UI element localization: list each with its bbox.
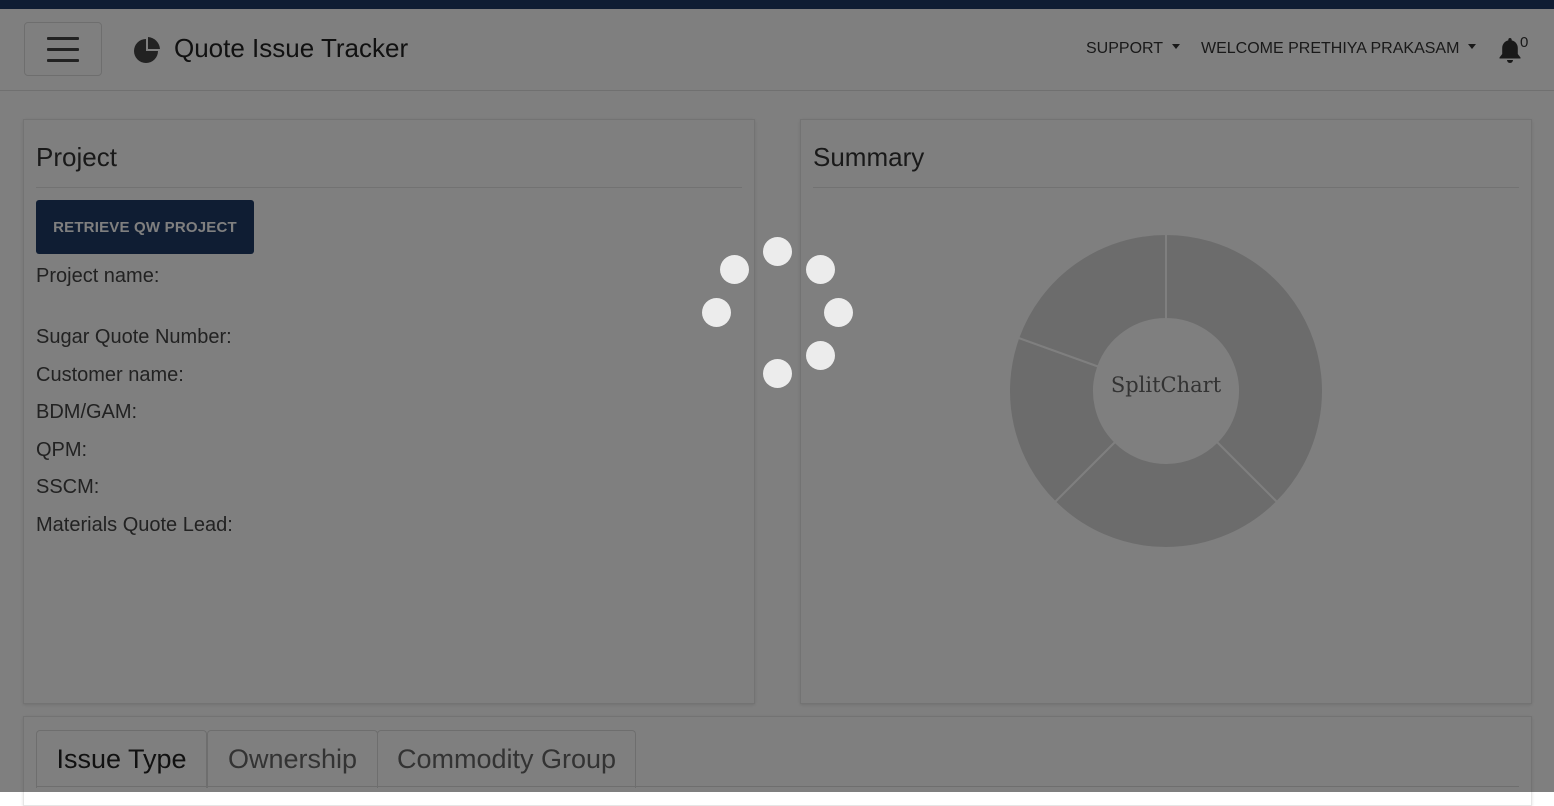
spinner-dot — [823, 297, 853, 327]
spinner-dot — [805, 254, 835, 284]
spinner-dot — [805, 340, 835, 370]
spinner-dot — [762, 236, 792, 266]
loading-overlay — [0, 0, 1554, 792]
spinner-dot — [762, 358, 792, 388]
spinner-dot — [719, 254, 749, 284]
spinner-dot — [701, 297, 731, 327]
